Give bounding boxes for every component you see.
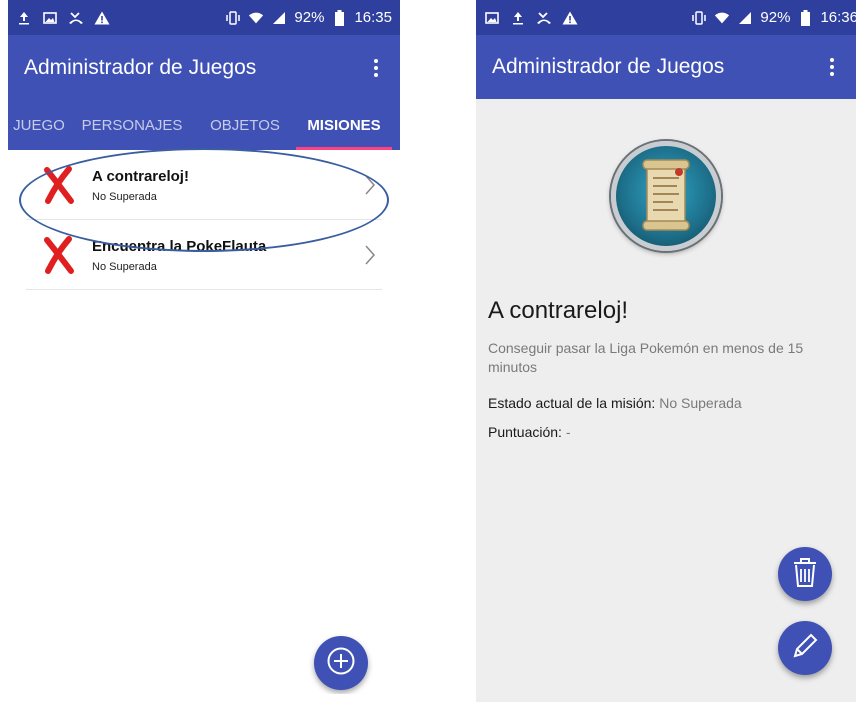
- battery-percent: 92%: [760, 9, 791, 26]
- score-label: Puntuación:: [488, 423, 562, 440]
- edit-button[interactable]: [778, 621, 832, 675]
- clock: 16:35: [354, 9, 392, 26]
- tab-misiones[interactable]: MISIONES: [296, 101, 392, 150]
- mission-list-screen: 92% 16:35 Administrador de Juegos JUEGO …: [8, 0, 400, 694]
- vibrate-icon: [691, 10, 707, 26]
- mission-status: No Superada: [92, 261, 157, 273]
- scroll-icon: [611, 141, 721, 251]
- clock: 16:36: [820, 9, 856, 26]
- signal-icon: [737, 10, 753, 26]
- battery-icon: [331, 9, 347, 26]
- overflow-menu-icon[interactable]: [824, 58, 840, 76]
- tab-objetos[interactable]: OBJETOS: [194, 101, 296, 150]
- overflow-menu-icon[interactable]: [368, 59, 384, 77]
- tab-personajes[interactable]: PERSONAJES: [70, 101, 194, 150]
- wifi-icon: [714, 10, 730, 26]
- delete-button[interactable]: [778, 547, 832, 601]
- mission-state-row: Estado actual de la misión: No Superada: [488, 395, 844, 411]
- missed-call-icon: [68, 10, 84, 26]
- battery-percent: 92%: [294, 9, 325, 26]
- wifi-icon: [248, 10, 264, 26]
- mission-detail: A contrareloj! Conseguir pasar la Liga P…: [476, 141, 856, 440]
- mission-score-row: Puntuación: -: [488, 424, 844, 440]
- app-title: Administrador de Juegos: [492, 55, 725, 78]
- image-icon: [484, 10, 500, 26]
- battery-icon: [797, 9, 813, 26]
- image-icon: [42, 10, 58, 26]
- tab-bar: JUEGO PERSONAJES OBJETOS MISIONES: [8, 101, 400, 150]
- state-label: Estado actual de la misión:: [488, 394, 656, 411]
- upload-icon: [510, 10, 526, 26]
- mission-description: Conseguir pasar la Liga Pokemón en menos…: [488, 340, 804, 375]
- mission-title: A contrareloj!: [488, 297, 629, 324]
- upload-icon: [16, 10, 32, 26]
- status-bar: 92% 16:36: [476, 0, 856, 35]
- trash-icon: [790, 555, 820, 594]
- warning-icon: [94, 10, 110, 26]
- state-value: No Superada: [659, 394, 742, 411]
- vibrate-icon: [225, 10, 241, 26]
- chevron-right-icon: [358, 245, 382, 265]
- warning-icon: [562, 10, 578, 26]
- missed-call-icon: [536, 10, 552, 26]
- pencil-icon: [790, 631, 820, 666]
- tab-juego[interactable]: JUEGO: [8, 101, 70, 150]
- add-icon: [326, 646, 356, 681]
- highlight-ellipse: [19, 148, 389, 252]
- signal-icon: [271, 10, 287, 26]
- add-mission-button[interactable]: [314, 636, 368, 690]
- app-bar: Administrador de Juegos: [476, 35, 856, 99]
- status-bar: 92% 16:35: [8, 0, 400, 35]
- app-title: Administrador de Juegos: [24, 56, 257, 79]
- mission-detail-screen: 92% 16:36 Administrador de Juegos A cont…: [476, 0, 856, 702]
- app-bar: Administrador de Juegos: [8, 35, 400, 101]
- score-value: -: [565, 423, 571, 440]
- x-mark-icon: [26, 235, 92, 275]
